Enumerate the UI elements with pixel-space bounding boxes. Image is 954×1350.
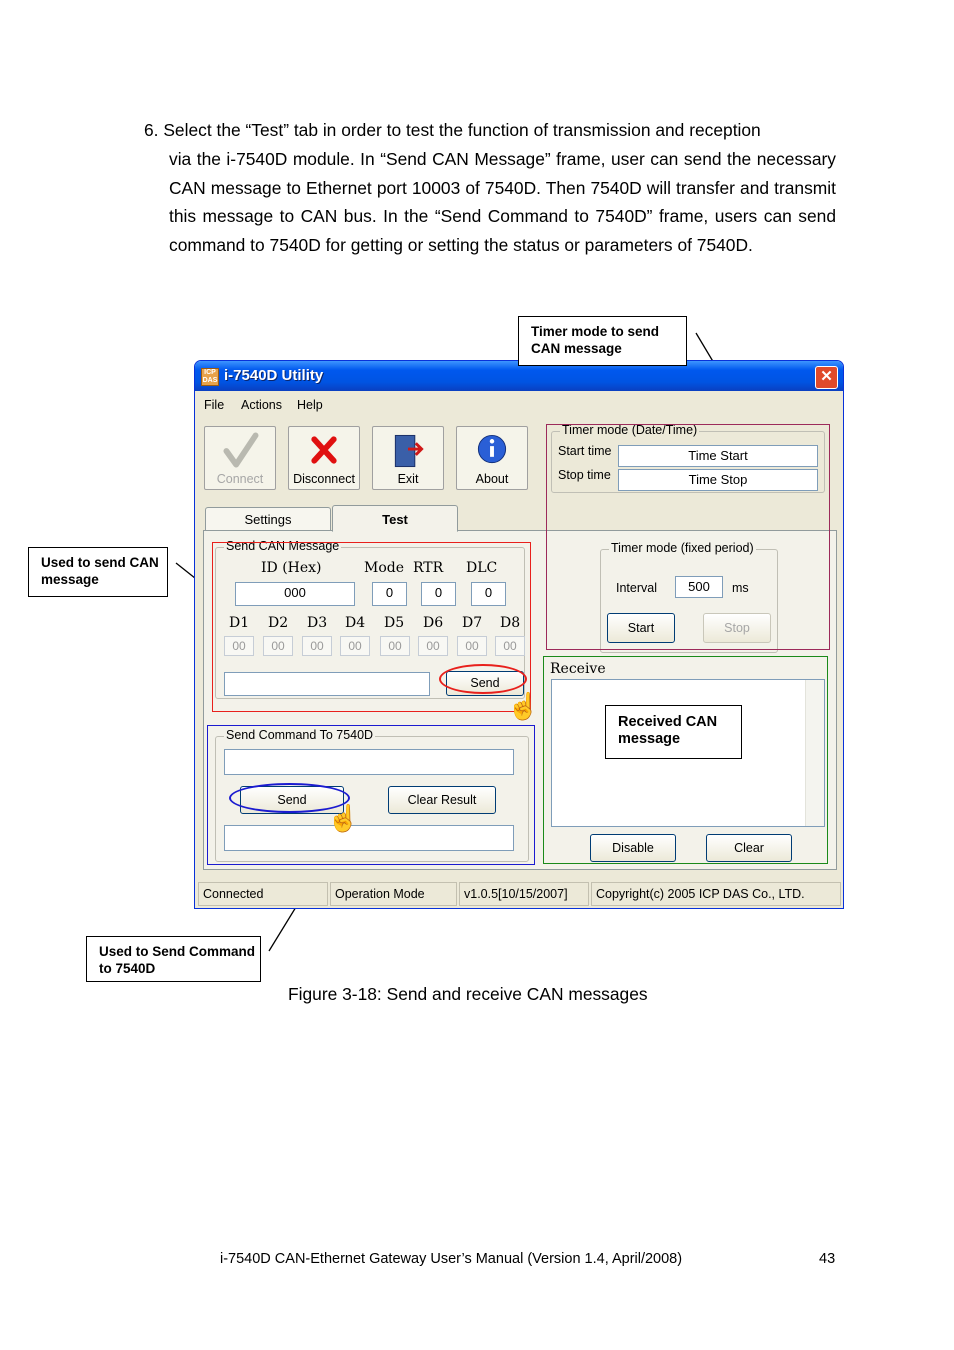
callout-send-command: Used to Send Command to 7540D xyxy=(86,936,261,982)
menu-actions[interactable]: Actions xyxy=(241,398,282,412)
status-mode: Operation Mode xyxy=(330,882,457,906)
figure-caption: Figure 3-18: Send and receive CAN messag… xyxy=(288,984,648,1004)
receive-highlight-box xyxy=(543,656,828,864)
app-icon: ICP DAS xyxy=(201,368,219,386)
about-button[interactable]: About xyxy=(456,426,528,490)
about-label: About xyxy=(475,472,509,486)
status-version: v1.0.5[10/15/2007] xyxy=(459,882,589,906)
close-button[interactable]: ✕ xyxy=(815,366,838,389)
connect-button[interactable]: Connect xyxy=(204,426,276,490)
info-icon xyxy=(477,434,507,464)
pointer-hand-icon: ☝ xyxy=(507,691,540,721)
red-x-icon xyxy=(311,436,337,464)
window-title: i-7540D Utility xyxy=(224,367,324,384)
exit-door-icon xyxy=(394,434,424,468)
page-footer: i-7540D CAN-Ethernet Gateway User’s Manu… xyxy=(220,1251,683,1267)
page-number: 43 xyxy=(819,1251,836,1267)
callout-send-can: Used to send CAN message xyxy=(28,547,168,597)
timer-highlight-box xyxy=(546,424,830,650)
status-copyright: Copyright(c) 2005 ICP DAS Co., LTD. xyxy=(591,882,841,906)
pointer-hand-icon: ☝ xyxy=(327,803,360,833)
menu-help[interactable]: Help xyxy=(297,398,323,412)
disconnect-label: Disconnect xyxy=(293,472,355,486)
menu-file[interactable]: File xyxy=(204,398,224,412)
exit-button[interactable]: Exit xyxy=(372,426,444,490)
callout-received-can: Received CAN message xyxy=(605,705,742,759)
send-can-emphasis-ellipse xyxy=(439,664,527,694)
connect-label: Connect xyxy=(216,472,264,486)
disconnect-button[interactable]: Disconnect xyxy=(288,426,360,490)
tab-settings[interactable]: Settings xyxy=(205,507,331,531)
checkmark-icon xyxy=(223,432,259,468)
exit-label: Exit xyxy=(397,472,419,486)
status-connection: Connected xyxy=(198,882,328,906)
callout-timer-mode: Timer mode to send CAN message xyxy=(518,316,687,366)
tab-test[interactable]: Test xyxy=(332,505,458,532)
